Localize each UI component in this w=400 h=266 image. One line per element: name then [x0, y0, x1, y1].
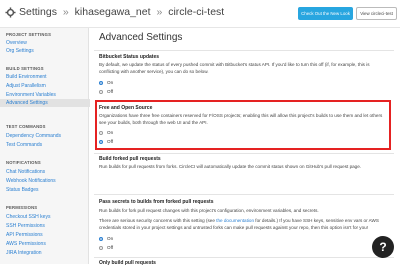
sidebar-item-checkout-ssh-keys[interactable]: Checkout SSH keys — [6, 214, 50, 220]
bitbucket-off-radio[interactable]: Off — [99, 89, 113, 94]
bitbucket-description: By default, we update the status of ever… — [99, 62, 370, 74]
crumb-separator: » — [156, 6, 163, 18]
check-new-look-button[interactable]: Check Out the New Look — [298, 7, 353, 20]
sidebar-item-ssh-permissions[interactable]: SSH Permissions — [6, 223, 45, 229]
sidebar-item-advanced-settings[interactable]: Advanced Settings — [0, 99, 90, 107]
section-permissions: PERMISSIONS — [6, 205, 38, 210]
sidebar-item-jira-integration[interactable]: JIRA Integration — [6, 250, 42, 256]
radio-selected-icon — [99, 81, 103, 85]
bitbucket-heading: Bitbucket Status updates — [99, 54, 160, 60]
sidebar-item-environment-variables[interactable]: Environment Variables — [6, 92, 56, 98]
radio-icon — [99, 246, 103, 250]
sidebar-item-test-commands[interactable]: Test Commands — [6, 142, 42, 148]
sidebar-item-org-settings[interactable]: Org Settings — [6, 48, 34, 54]
sidebar-item-adjust-parallelism[interactable]: Adjust Parallelism — [6, 83, 46, 89]
crumb-settings[interactable]: Settings — [19, 6, 57, 18]
pass-secrets-off-radio[interactable]: Off — [99, 245, 113, 250]
top-bar: Settings » kihasegawa_net » circle-ci-te… — [0, 0, 400, 28]
divider — [94, 194, 394, 195]
pass-secrets-warning: There are serious security concerns with… — [99, 218, 379, 230]
page-title: Advanced Settings — [99, 32, 183, 43]
help-button[interactable]: ? — [372, 236, 394, 258]
radio-icon — [99, 90, 103, 94]
sidebar-item-chat-notifications[interactable]: Chat Notifications — [6, 169, 45, 175]
radio-selected-icon — [99, 237, 103, 241]
sidebar-item-dependency-commands[interactable]: Dependency Commands — [6, 133, 61, 139]
radio-icon — [99, 131, 103, 135]
breadcrumb: Settings » kihasegawa_net » circle-ci-te… — [19, 6, 227, 18]
section-notifications: NOTIFICATIONS — [6, 160, 41, 165]
sidebar-item-aws-permissions[interactable]: AWS Permissions — [6, 241, 46, 247]
divider — [94, 153, 394, 154]
forked-heading: Build forked pull requests — [99, 156, 161, 162]
sidebar-item-status-badges[interactable]: Status Badges — [6, 187, 39, 193]
crumb-project[interactable]: circle-ci-test — [168, 6, 224, 18]
foss-on-radio[interactable]: On — [99, 130, 113, 135]
main-content: Advanced Settings Bitbucket Status updat… — [94, 28, 400, 266]
pass-secrets-heading: Pass secrets to builds from forked pull … — [99, 199, 214, 205]
radio-selected-icon — [99, 140, 103, 144]
sidebar-item-webhook-notifications[interactable]: Webhook Notifications — [6, 178, 56, 184]
crumb-separator: » — [62, 6, 69, 18]
forked-description: Run builds for pull requests from forks.… — [99, 164, 362, 169]
divider — [94, 50, 394, 51]
foss-off-radio[interactable]: Off — [99, 139, 113, 144]
section-test-commands: TEST COMMANDS — [6, 124, 46, 129]
divider — [94, 257, 394, 258]
section-project-settings: PROJECT SETTINGS — [6, 32, 52, 37]
sidebar-item-api-permissions[interactable]: API Permissions — [6, 232, 43, 238]
pass-secrets-description: Run builds for fork pull request changes… — [99, 208, 319, 213]
sidebar-item-overview[interactable]: Overview — [6, 40, 27, 46]
crumb-user[interactable]: kihasegawa_net — [75, 6, 151, 18]
gear-icon — [5, 7, 16, 18]
bitbucket-on-radio[interactable]: On — [99, 80, 113, 85]
sidebar: PROJECT SETTINGS Overview Org Settings B… — [0, 28, 90, 264]
pass-secrets-on-radio[interactable]: On — [99, 236, 113, 241]
documentation-link[interactable]: the documentation — [216, 218, 254, 223]
only-build-heading: Only build pull requests — [99, 260, 156, 266]
view-project-button[interactable]: View circleci-test — [356, 7, 397, 20]
foss-description: Organizations have three free containers… — [99, 113, 383, 125]
sidebar-item-build-environment[interactable]: Build Environment — [6, 74, 47, 80]
section-build-settings: BUILD SETTINGS — [6, 66, 44, 71]
foss-heading: Free and Open Source — [99, 105, 153, 111]
